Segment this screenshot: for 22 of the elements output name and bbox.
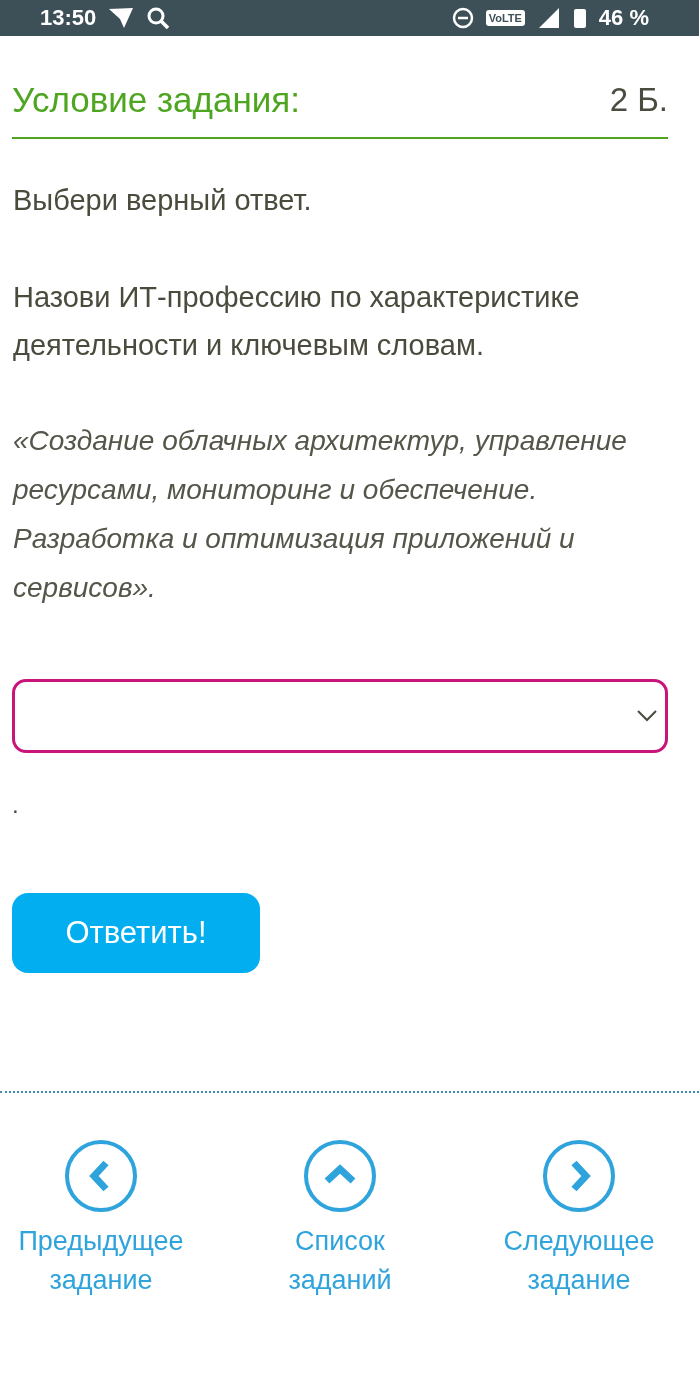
chevron-up-circle-icon [303, 1139, 377, 1213]
chevron-right-circle-icon [542, 1139, 616, 1213]
instruction-text: Выбери верный ответ. [13, 183, 313, 218]
battery-level: 46 % [598, 5, 649, 31]
paper-plane-icon [108, 7, 135, 29]
question-text: Назови ИТ-профессию по характеристике деятельности и ключевым словам. [13, 280, 581, 363]
battery-icon [572, 7, 587, 29]
quote-text: «Создание облачных архитектур, управление ресурсами, мониторинг и обеспечение. Разработка и оптимизация приложений и сервисов». [13, 424, 628, 605]
minus-circle-icon [451, 7, 474, 29]
chevron-left-circle-icon [64, 1139, 138, 1213]
task-points: 2 Б. [609, 80, 668, 120]
search-icon [146, 6, 171, 30]
nav-link[interactable]: Предыдущее задание [1, 1139, 201, 1300]
nav-link[interactable]: Следующее задание [479, 1139, 679, 1300]
status-time: 13:50 [40, 5, 97, 31]
trailing-text: . [12, 790, 19, 820]
chevron-down-icon [637, 710, 657, 722]
task-title: Условие задания: [12, 79, 300, 121]
nav-link[interactable]: Список заданий [240, 1139, 440, 1300]
network-badge: VoLTE [485, 10, 525, 26]
submit-button[interactable]: Ответить! [12, 893, 260, 973]
answer-select[interactable] [12, 679, 668, 753]
